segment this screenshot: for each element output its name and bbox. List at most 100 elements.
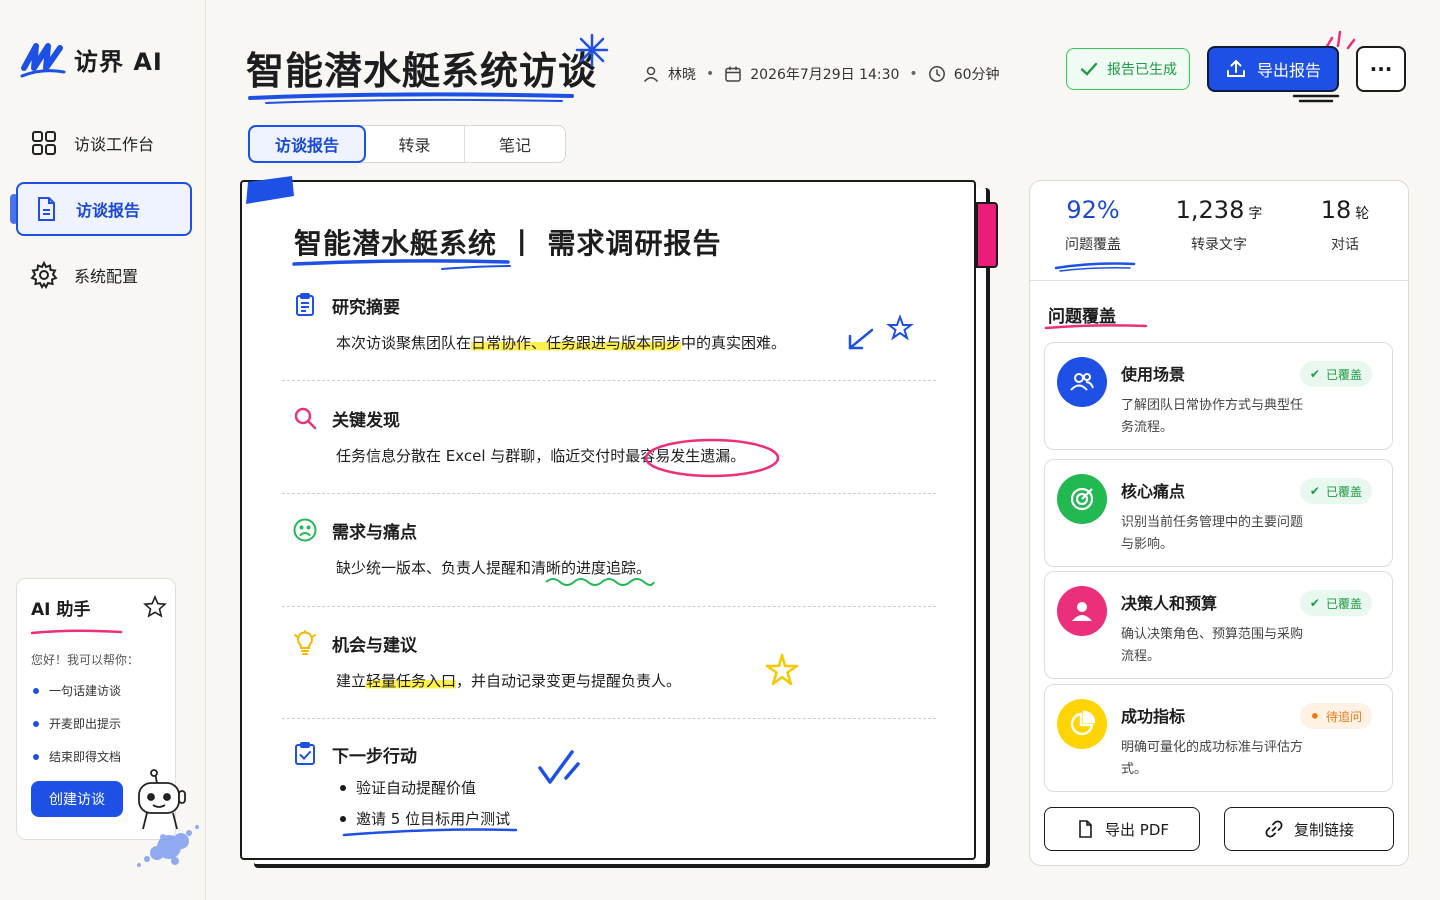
text-segment: ，并自动记录变更与提醒负责人。 [456,672,682,690]
sidebar-item-settings[interactable]: 系统配置 [16,248,192,302]
checklist-icon [295,742,315,765]
sidebar-item-label: 访谈工作台 [74,135,155,154]
star-icon[interactable] [143,595,167,619]
check-icon: ✔ [1309,484,1320,498]
export-report-button[interactable]: 导出报告 [1207,46,1339,92]
meta-separator: • [706,66,715,82]
star-doodle [886,314,914,341]
more-options-button[interactable]: ··· [1356,46,1406,92]
list-item: 结束即得文档 [31,748,161,765]
coverage-card-decision-budget[interactable]: 决策人和预算 确认决策角色、预算范围与采购流程。 ✔ 已覆盖 [1044,571,1393,679]
gear-icon [30,261,58,289]
calendar-icon [725,66,742,82]
checkmark-doodle [538,750,580,784]
stat-transcript-words: 1,238 字 转录文字 [1156,196,1282,254]
underline-doodle [1054,262,1136,272]
stat-label: 对话 [1331,237,1359,253]
assistant-feature-list: 一句话建访谈 开麦即出提示 结束即得文档 [31,682,161,765]
check-icon [1080,62,1098,76]
pie-chart-icon [1057,699,1107,749]
users-icon [1057,357,1107,407]
tab-notes[interactable]: 笔记 [465,126,565,162]
user-icon [643,66,659,83]
text-segment: 。 [636,559,652,577]
copy-link-button[interactable]: 复制链接 [1224,807,1394,851]
stat-value: 1,238 字 [1156,196,1282,224]
panel-divider [1030,280,1408,281]
star-doodle [765,653,799,686]
clock-icon [928,66,945,82]
assistant-title: AI 助手 [31,600,91,620]
coverage-card-scenario[interactable]: 使用场景 了解团队日常协作方式与典型任务流程。 ✔ 已覆盖 [1044,342,1393,450]
target-icon [1057,474,1107,524]
coverage-card-success-metrics[interactable]: 成功指标 明确可量化的成功标准与评估方式。 • 待追问 [1044,684,1393,792]
tape-decoration [246,176,294,204]
highlighted-text: 轻量任务入口 [366,672,457,690]
underline-doodle [30,629,123,635]
status-label: 报告已生成 [1107,62,1177,78]
app-logo[interactable]: 访界 AI [20,38,163,80]
stat-number: 92% [1066,196,1120,224]
report-title: 智能潜水艇系统 丨 需求调研报告 [294,227,722,260]
tab-report[interactable]: 访谈报告 [248,125,366,163]
sidebar-item-reports[interactable]: 访谈报告 [10,182,192,236]
tab-transcript[interactable]: 转录 [365,126,465,162]
app-name: 访界 AI [74,47,163,76]
assistant-greeting: 您好！我可以帮你： [31,653,140,667]
status-text: 已覆盖 [1325,367,1362,382]
underline-doodle [1044,324,1148,330]
status-text: 待追问 [1325,709,1362,724]
underline-doodle [1292,94,1340,103]
dot-icon: • [1309,706,1320,726]
upload-icon [1226,59,1245,77]
interview-meta: 林晓 • 2026年7月29日 14:30 • 60分钟 [642,64,1000,84]
highlighted-text: 日常协作、任务跟进与版本同步 [471,334,682,352]
stat-dialog-rounds: 18 轮 对话 [1282,196,1408,254]
section-text: 任务信息分散在 Excel 与群聊，临近交付时最容易发生遗漏。 [336,445,936,466]
stat-number: 18 [1320,196,1352,224]
report-tabs: 访谈报告 转录 笔记 [248,125,566,163]
coverage-desc: 明确可量化的成功标准与评估方式。 [1121,740,1304,777]
section-divider [282,606,936,607]
export-button-label: 导出报告 [1256,61,1321,80]
section-divider [282,493,936,494]
export-pdf-button[interactable]: 导出 PDF [1044,807,1200,851]
list-item: 验证自动提醒价值 [336,777,936,798]
sidebar-item-label: 访谈报告 [76,201,141,220]
sidebar-item-label: 系统配置 [74,267,139,286]
clipboard-icon [296,293,314,316]
section-heading: 关键发现 [332,410,400,431]
status-badge: ✔ 已覆盖 [1299,478,1372,504]
report-section-next-steps: 下一步行动 验证自动提醒价值 邀请 5 位目标用户测试 [284,741,936,839]
status-text: 已覆盖 [1325,596,1362,611]
list-item: 一句话建访谈 [31,682,161,699]
stat-unit: 字 [1248,206,1263,222]
coverage-desc: 确认决策角色、预算范围与采购流程。 [1121,627,1304,664]
coverage-name: 使用场景 [1121,365,1186,384]
section-text: 缺少统一版本、负责人提醒和清晰的进度追踪。 [336,557,936,578]
report-section-needs: 需求与痛点 缺少统一版本、负责人提醒和清晰的进度追踪。 [284,517,936,578]
coverage-name: 核心痛点 [1121,482,1186,501]
file-icon [1079,820,1092,838]
sidebar-nav: 访谈工作台 访谈报告 系统配置 [10,116,192,314]
page-title: 智能潜水艇系统访谈 [246,49,598,93]
underline-doodle [342,828,518,837]
stat-value: 18 轮 [1282,196,1408,224]
section-heading: 研究摘要 [332,297,400,318]
create-interview-button[interactable]: 创建访谈 [31,781,123,817]
interview-datetime: 2026年7月29日 14:30 [750,67,900,83]
text-segment: 缺少统一版本、负责人提醒和 [336,559,532,577]
check-icon: ✔ [1309,367,1320,381]
next-steps-list: 验证自动提醒价值 邀请 5 位目标用户测试 [336,777,936,829]
status-badge: ✔ 已覆盖 [1299,590,1372,616]
coverage-card-pain-points[interactable]: 核心痛点 识别当前任务管理中的主要问题与影响。 ✔ 已覆盖 [1044,459,1393,567]
text-segment: 本次访谈聚焦团队在 [336,334,472,352]
search-icon [294,407,317,430]
section-text: 建立轻量任务入口，并自动记录变更与提醒负责人。 [336,670,936,691]
interview-duration: 60分钟 [953,67,1000,83]
underline-doodle [292,259,511,270]
status-text: 已覆盖 [1325,484,1362,499]
sidebar-item-workbench[interactable]: 访谈工作台 [16,116,192,170]
report-section-findings: 关键发现 任务信息分散在 Excel 与群聊，临近交付时最容易发生遗漏。 [284,405,936,466]
meta-separator: • [909,66,918,82]
